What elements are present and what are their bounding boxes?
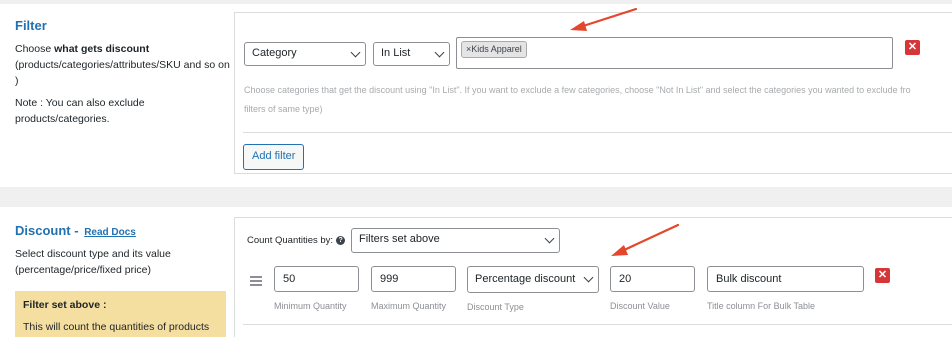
- drag-handle-icon[interactable]: [250, 276, 262, 288]
- count-quantities-label: Count Quantities by:?: [247, 235, 348, 246]
- max-quantity-caption: Maximum Quantity: [371, 301, 447, 311]
- title-dash: -: [70, 223, 83, 238]
- filter-set-note-title: Filter set above :: [23, 299, 107, 311]
- drag-bar: [250, 280, 262, 282]
- discount-title: Discount: [15, 223, 71, 238]
- discount-value-caption: Discount Value: [610, 301, 670, 311]
- discount-info: Discount - Read Docs Select discount typ…: [15, 223, 230, 278]
- annotation-arrow: [570, 7, 638, 31]
- selected-category-tag: ×Kids Apparel: [461, 41, 527, 58]
- discount-description: Select discount type and its value (perc…: [15, 248, 171, 276]
- annotation-arrow: [611, 223, 680, 256]
- arrow-head: [570, 21, 587, 31]
- filter-method-value: In List: [381, 47, 411, 59]
- chevron-down-icon: [583, 272, 594, 283]
- min-quantity-input[interactable]: 50: [274, 266, 359, 292]
- filter-type-value: Category: [252, 47, 297, 59]
- min-quantity-caption: Minimum Quantity: [274, 301, 347, 311]
- filter-hint-line1: Choose categories that get the discount …: [244, 85, 911, 95]
- drag-bar: [250, 284, 262, 286]
- filter-desc-pre: Choose: [15, 43, 55, 55]
- filter-title: Filter: [15, 18, 47, 33]
- filter-set-note-text: This will count the quantities of produc…: [23, 321, 210, 333]
- chevron-down-icon: [544, 233, 555, 244]
- tag-label: Kids Apparel: [471, 44, 522, 54]
- category-multiselect[interactable]: ×Kids Apparel: [456, 37, 893, 69]
- filter-note: Note : You can also exclude products/cat…: [15, 97, 145, 125]
- arrow-shaft: [578, 7, 638, 29]
- add-filter-button[interactable]: Add filter: [243, 144, 305, 170]
- discount-card: Count Quantities by:? Filters set above …: [234, 217, 952, 337]
- count-label-text: Count Quantities by:: [247, 235, 334, 246]
- discount-type-value: Percentage discount: [475, 273, 576, 285]
- discount-section: Discount - Read Docs Select discount typ…: [0, 207, 952, 337]
- discount-value-input[interactable]: 20: [610, 266, 695, 292]
- max-quantity-input[interactable]: 999: [371, 266, 456, 292]
- count-quantities-select[interactable]: Filters set above: [351, 228, 560, 253]
- filter-info: Filter Choose what gets discount (produc…: [15, 18, 230, 127]
- filter-hint-line2: filters of same type): [244, 104, 323, 114]
- filter-section: Filter Choose what gets discount (produc…: [0, 4, 952, 187]
- count-select-value: Filters set above: [359, 233, 440, 245]
- arrow-head: [611, 245, 628, 256]
- info-icon[interactable]: ?: [336, 235, 346, 245]
- divider: [243, 324, 952, 325]
- chevron-down-icon: [350, 47, 361, 58]
- remove-range-button[interactable]: ✕: [875, 268, 890, 283]
- arrow-shaft: [620, 223, 680, 253]
- title-column-caption: Title column For Bulk Table: [707, 301, 816, 311]
- discount-type-caption: Discount Type: [467, 302, 524, 312]
- read-docs-link[interactable]: Read Docs: [84, 227, 136, 238]
- filter-type-select[interactable]: Category: [244, 42, 366, 66]
- filter-set-note: Filter set above : This will count the q…: [15, 291, 226, 337]
- title-column-input[interactable]: Bulk discount: [707, 266, 864, 292]
- filter-card: Category In List ×Kids Apparel ✕ Choose …: [234, 12, 952, 174]
- divider: [243, 132, 952, 133]
- filter-method-select[interactable]: In List: [373, 42, 450, 66]
- remove-filter-button[interactable]: ✕: [905, 40, 920, 55]
- drag-bar: [250, 276, 262, 278]
- chevron-down-icon: [434, 47, 445, 58]
- filter-desc-bold: what gets discount: [54, 43, 150, 55]
- filter-desc-post: (products/categories/attributes/SKU and …: [15, 59, 230, 87]
- discount-heading: Discount - Read Docs: [15, 223, 230, 238]
- filter-description: Choose what gets discount (products/cate…: [15, 41, 230, 89]
- discount-type-select[interactable]: Percentage discount: [467, 266, 599, 293]
